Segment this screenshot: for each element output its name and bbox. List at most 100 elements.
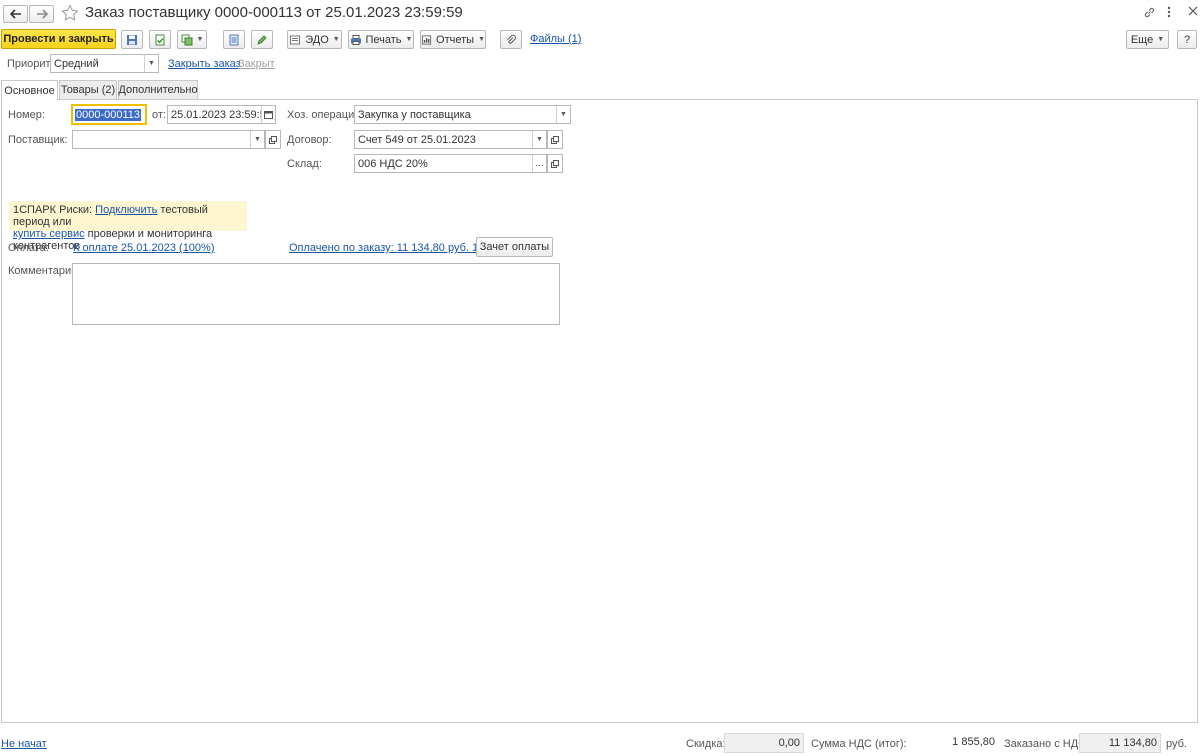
chevron-down-icon[interactable]: ▼	[532, 131, 546, 148]
priority-select[interactable]: Средний ▼	[50, 54, 159, 73]
priority-value: Средний	[54, 57, 99, 70]
tab-main-label: Основное	[4, 84, 55, 97]
forward-button[interactable]	[29, 5, 54, 23]
reports-label: Отчеты	[436, 33, 475, 46]
save-button[interactable]	[121, 30, 143, 49]
discount-value-field: 0,00	[724, 733, 804, 753]
tab-additional[interactable]: Дополнительно	[118, 80, 198, 99]
chevron-down-icon: ▼	[405, 36, 413, 43]
tab-panel	[1, 99, 1198, 723]
tab-additional-label: Дополнительно	[118, 84, 198, 96]
chevron-down-icon[interactable]: ▼	[556, 106, 570, 123]
open-icon	[269, 135, 277, 144]
attach-button[interactable]	[500, 30, 522, 49]
more-menu-button[interactable]: Еще ▼	[1126, 30, 1169, 49]
reports-menu-button[interactable]: Отчеты ▼	[420, 30, 486, 49]
supplier-input[interactable]: ▼	[72, 130, 265, 149]
comment-textarea[interactable]	[72, 263, 560, 325]
spark-prefix: 1СПАРК Риски:	[13, 204, 96, 216]
spark-buy-link[interactable]: купить сервис	[13, 228, 85, 240]
operation-value: Закупка у поставщика	[358, 108, 471, 121]
more-label: Еще	[1130, 33, 1154, 46]
post-and-close-label: Провести и закрыть	[3, 33, 114, 45]
tab-goods-label: Товары (2)	[60, 84, 116, 96]
create-based-on-icon	[181, 34, 193, 45]
print-label: Печать	[365, 33, 402, 46]
ellipsis-icon[interactable]: …	[532, 155, 546, 172]
help-icon: ?	[1183, 33, 1191, 46]
edo-icon	[290, 35, 301, 44]
date-input[interactable]: 25.01.2023 23:59:59	[167, 105, 276, 124]
closed-link[interactable]: Закрыт	[238, 58, 275, 70]
payment-offset-button[interactable]: Зачет оплаты	[476, 237, 553, 257]
contract-label: Договор:	[287, 134, 332, 146]
vat-total-label: Сумма НДС (итог):	[811, 738, 907, 750]
number-value: 0000-000113	[75, 108, 142, 121]
payment-schedule-link[interactable]: К оплате 25.01.2023 (100%)	[73, 242, 215, 254]
arrow-left-icon	[9, 9, 21, 19]
ordered-with-vat-value-field: 11 134,80	[1079, 733, 1161, 753]
edo-label: ЭДО	[305, 33, 329, 46]
pencil-icon	[257, 34, 267, 45]
arrow-right-icon	[36, 9, 48, 19]
reports-icon	[421, 34, 432, 45]
warehouse-input[interactable]: 006 НДС 20% …	[354, 154, 547, 173]
chevron-down-icon[interactable]: ▼	[144, 55, 158, 72]
comment-label: Комментарий:	[8, 265, 81, 277]
status-link[interactable]: Не начат	[1, 738, 47, 750]
warehouse-open-button[interactable]	[547, 154, 563, 173]
open-icon	[551, 159, 559, 168]
contract-input[interactable]: Счет 549 от 25.01.2023 ▼	[354, 130, 547, 149]
post-document-icon	[155, 34, 165, 45]
discount-value: 0,00	[778, 737, 800, 749]
link-icon[interactable]	[1143, 6, 1156, 19]
currency-label: руб.	[1166, 738, 1187, 750]
contract-open-button[interactable]	[547, 130, 563, 149]
chevron-down-icon: ▼	[478, 36, 485, 43]
post-and-close-button[interactable]: Провести и закрыть	[1, 29, 116, 49]
number-input[interactable]: 0000-000113	[71, 104, 147, 125]
help-button[interactable]: ?	[1177, 30, 1197, 49]
save-icon	[127, 34, 137, 45]
ordered-with-vat-value: 11 134,80	[1108, 737, 1157, 749]
warehouse-value: 006 НДС 20%	[358, 157, 428, 170]
open-icon	[551, 135, 559, 144]
files-link[interactable]: Файлы (1)	[530, 33, 581, 45]
payment-offset-label: Зачет оплаты	[479, 241, 550, 253]
vat-total-value: 1 855,80	[952, 736, 995, 748]
print-menu-button[interactable]: Печать ▼	[348, 30, 414, 49]
journal-button[interactable]	[223, 30, 245, 49]
paperclip-icon	[507, 34, 516, 44]
supplier-label: Поставщик:	[8, 134, 68, 146]
chevron-down-icon: ▼	[1157, 36, 1165, 43]
spark-connect-link[interactable]: Подключить	[95, 204, 157, 216]
payment-label: Оплата:	[8, 242, 49, 254]
operation-select[interactable]: Закупка у поставщика ▼	[354, 105, 571, 124]
close-icon[interactable]	[1188, 6, 1198, 16]
operation-label: Хоз. операция:	[287, 109, 364, 121]
tab-main[interactable]: Основное	[1, 80, 58, 100]
number-label: Номер:	[8, 109, 45, 121]
edo-menu-button[interactable]: ЭДО ▼	[287, 30, 342, 49]
create-based-on-button[interactable]: ▼	[177, 30, 207, 49]
supplier-open-button[interactable]	[265, 130, 281, 149]
discount-label: Скидка:	[686, 738, 726, 750]
back-button[interactable]	[3, 5, 28, 23]
tab-goods[interactable]: Товары (2)	[59, 80, 117, 99]
edit-button[interactable]	[251, 30, 273, 49]
close-order-link[interactable]: Закрыть заказ	[168, 58, 241, 70]
more-vertical-icon[interactable]	[1166, 5, 1172, 19]
paid-by-order-link[interactable]: Оплачено по заказу: 11 134,80 руб. 100%	[289, 242, 500, 254]
post-button[interactable]	[149, 30, 171, 49]
chevron-down-icon[interactable]: ▼	[250, 131, 264, 148]
favorite-star-icon[interactable]	[61, 4, 79, 22]
spark-notice: 1СПАРК Риски: Подключить тестовый период…	[9, 201, 247, 252]
date-value: 25.01.2023 23:59:59	[171, 108, 261, 121]
warehouse-label: Склад:	[287, 158, 322, 170]
contract-value: Счет 549 от 25.01.2023	[358, 133, 476, 146]
chevron-down-icon: ▼	[196, 36, 204, 43]
calendar-icon[interactable]	[261, 106, 275, 123]
chevron-down-icon: ▼	[332, 36, 340, 43]
page-title: Заказ поставщику 0000-000113 от 25.01.20…	[85, 4, 463, 21]
document-list-icon	[229, 34, 239, 45]
